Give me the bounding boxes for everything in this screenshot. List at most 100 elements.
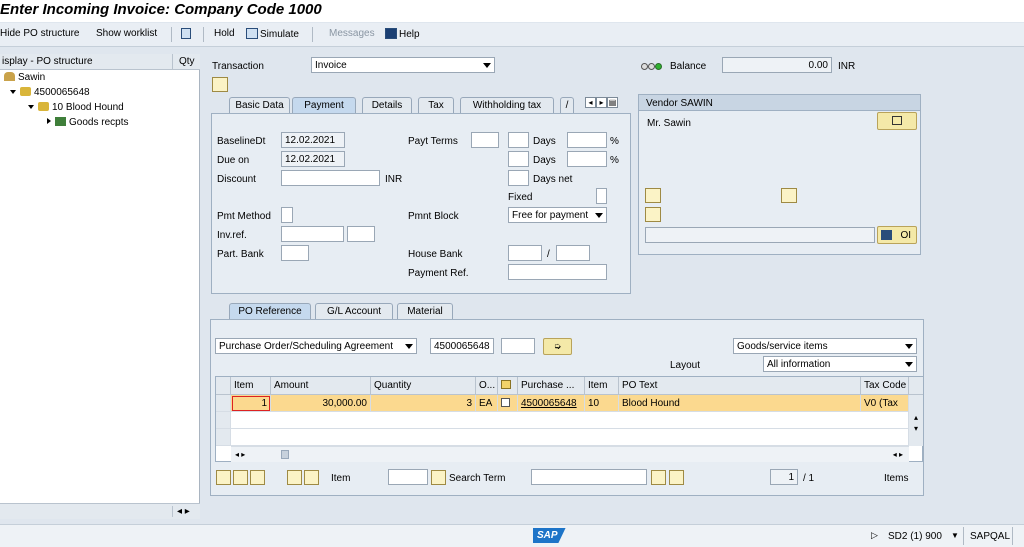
table-header-order-unit[interactable]: O... [476,377,498,395]
deselect-all-icon[interactable] [233,470,248,485]
find-next-icon[interactable] [669,470,684,485]
hierarchy-icon[interactable] [181,28,193,40]
tab-withholding-tax[interactable]: Withholding tax [460,97,554,113]
fixed-checkbox[interactable] [596,188,607,204]
tab-list-icon[interactable]: ▤ [607,97,618,108]
help-button[interactable]: Help [385,28,420,40]
table-row-selector[interactable] [216,412,231,429]
table-row-selector[interactable] [216,429,231,446]
table-cell-purchase-doc[interactable]: 4500065648 [518,395,585,412]
table-cell-quantity[interactable]: 3 [371,395,476,412]
refresh-icon[interactable] [250,470,265,485]
show-worklist-button[interactable]: Show worklist [96,28,157,39]
transfer-button[interactable]: ➭ [543,338,572,355]
house-bank-field[interactable] [508,245,542,261]
system-dropdown-icon[interactable]: ▼ [951,531,959,540]
tab-tax[interactable]: Tax [418,97,454,113]
tree-scroll-footer[interactable]: ◂ ▸ [0,503,200,519]
discount-field[interactable] [281,170,380,186]
tree-node-goods-receipts[interactable]: Goods recpts [47,117,128,132]
search-term-icon[interactable] [431,470,446,485]
scroll-left-icon[interactable]: ◂ ▸ [235,450,245,459]
pmt-method-field[interactable] [281,207,293,223]
phone-icon[interactable] [645,188,661,203]
status-expand-icon[interactable]: ▷ [871,530,878,541]
hold-button[interactable]: Hold [214,28,235,39]
table-cell-item[interactable]: 1 [231,395,271,412]
vendor-edit-button[interactable] [877,112,917,130]
table-header-tax-code[interactable]: Tax Code [861,377,909,395]
hide-po-structure-button[interactable]: Hide PO structure [0,28,79,39]
scroll-right-icon[interactable]: ◂ ▸ [893,450,903,459]
layout-select[interactable]: All information [763,356,917,372]
bank-icon[interactable] [645,207,661,222]
inv-ref-field[interactable] [281,226,344,242]
pct2-field[interactable] [567,151,607,167]
header-details-icon[interactable] [212,77,228,92]
table-row-selector[interactable] [216,395,231,412]
inv-ref-year-field[interactable] [347,226,375,242]
tree-node-vendor[interactable]: Sawin [4,72,45,87]
find-icon[interactable] [651,470,666,485]
open-items-button[interactable]: OI [877,226,917,244]
payt-terms-field[interactable] [471,132,499,148]
days1-field[interactable] [508,132,529,148]
table-row-selector-header[interactable] [216,377,231,395]
page-current-field[interactable]: 1 [770,469,798,485]
po-item-field[interactable] [501,338,535,354]
table-header-purchase-doc[interactable]: Purchase ... [518,377,585,395]
search-term-field[interactable] [531,469,647,485]
tree-node-po[interactable]: 4500065648 [10,87,90,102]
scroll-arrows-icon[interactable]: ◂ ▸ [172,506,190,517]
table-cell-ok-checkbox[interactable] [498,395,518,412]
tab-right-icon[interactable]: ▸ [596,97,607,108]
days2-field[interactable] [508,151,529,167]
tab-scroll-icons[interactable]: ◂ ▸ ▤ [585,97,618,108]
baseline-date-field[interactable]: 12.02.2021 [281,132,345,148]
table-header-item[interactable]: Item [231,377,271,395]
days-net-field[interactable] [508,170,529,186]
filter-icon[interactable] [304,470,319,485]
house-bank-account-field[interactable] [556,245,590,261]
table-header-status[interactable] [498,377,518,395]
scroll-thumb[interactable] [281,450,289,459]
pct1-field[interactable] [567,132,607,148]
item-search-field[interactable] [388,469,428,485]
tab-payment[interactable]: Payment [292,97,356,113]
sort-icon[interactable] [287,470,302,485]
tab-details[interactable]: Details [362,97,412,113]
tab-more[interactable]: / [560,97,574,113]
po-number-field[interactable]: 4500065648 [430,338,494,354]
tab-left-icon[interactable]: ◂ [585,97,596,108]
table-header-po-text[interactable]: PO Text [619,377,861,395]
items-type-select[interactable]: Goods/service items [733,338,917,354]
table-settings-header[interactable] [909,377,923,395]
checkbox-icon[interactable] [501,398,510,407]
tab-material[interactable]: Material [397,303,453,319]
table-header-po-item[interactable]: Item [585,377,619,395]
table-cell-tax-code[interactable]: V0 (Tax [861,395,909,412]
table-row-empty[interactable] [231,429,909,446]
tab-gl-account[interactable]: G/L Account [315,303,393,319]
part-bank-field[interactable] [281,245,309,261]
table-header-amount[interactable]: Amount [271,377,371,395]
table-horizontal-scrollbar[interactable]: ◂ ▸ ◂ ▸ [231,446,909,462]
pmnt-block-select[interactable]: Free for payment [508,207,607,223]
scroll-down-icon[interactable]: ▾ [909,423,923,434]
simulate-button[interactable]: Simulate [246,28,299,40]
transaction-label: Transaction [212,61,264,72]
print-icon[interactable] [781,188,797,203]
tab-po-reference[interactable]: PO Reference [229,303,311,319]
select-all-icon[interactable] [216,470,231,485]
table-row-empty[interactable] [231,412,909,429]
tree-node-item[interactable]: 10 Blood Hound [28,102,124,117]
scroll-up-icon[interactable]: ▴ [909,412,923,423]
tab-basic-data[interactable]: Basic Data [229,97,290,113]
transaction-select[interactable]: Invoice [311,57,495,73]
table-vertical-scrollbar[interactable]: ▴ ▾ [909,395,923,446]
payment-ref-field[interactable] [508,264,607,280]
messages-button[interactable]: Messages [329,28,375,39]
table-header-quantity[interactable]: Quantity [371,377,476,395]
table-cell-amount[interactable]: 30,000.00 [271,395,371,412]
doc-type-select[interactable]: Purchase Order/Scheduling Agreement [215,338,417,354]
